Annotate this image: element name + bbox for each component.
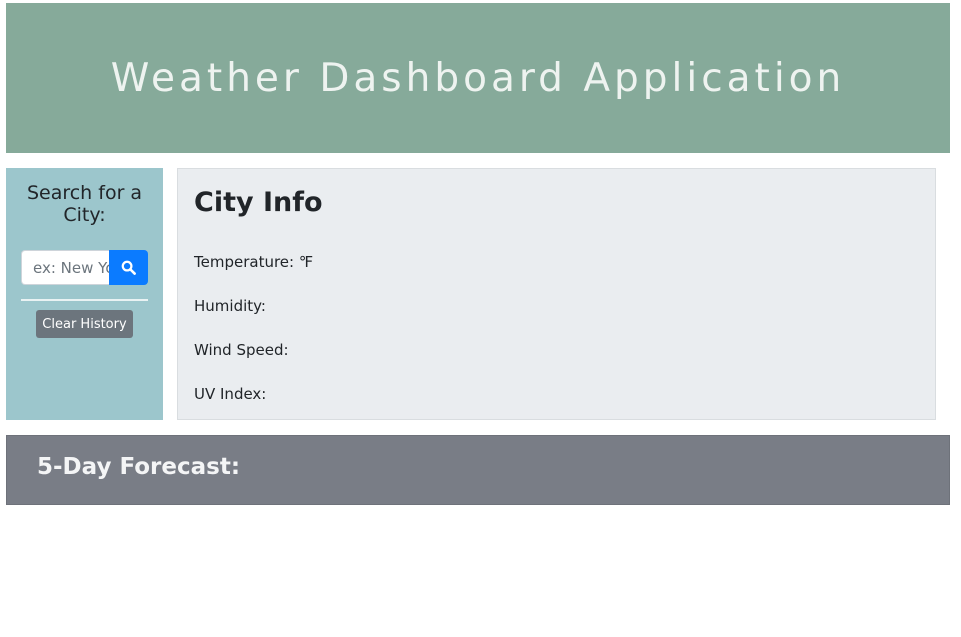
humidity-label: Humidity: <box>194 297 266 315</box>
sidebar-divider <box>21 299 148 301</box>
search-sidebar: Search for a City: Clear History <box>6 168 163 420</box>
city-search-input[interactable] <box>21 250 109 285</box>
search-button[interactable] <box>109 250 148 285</box>
city-info-panel: City Info Temperature: ℉ Humidity: Wind … <box>177 168 936 420</box>
forecast-section: 5-Day Forecast: <box>6 435 950 505</box>
wind-speed-label: Wind Speed: <box>194 341 289 359</box>
search-icon <box>121 260 136 275</box>
forecast-title: 5-Day Forecast: <box>37 454 241 480</box>
temperature-label: Temperature: ℉ <box>194 253 314 271</box>
search-group <box>21 250 148 285</box>
search-heading: Search for a City: <box>26 182 143 226</box>
app-header: Weather Dashboard Application <box>6 3 950 153</box>
clear-history-button[interactable]: Clear History <box>36 310 133 338</box>
page-title: Weather Dashboard Application <box>110 55 846 101</box>
city-info-title: City Info <box>194 187 323 218</box>
uv-index-label: UV Index: <box>194 385 267 403</box>
